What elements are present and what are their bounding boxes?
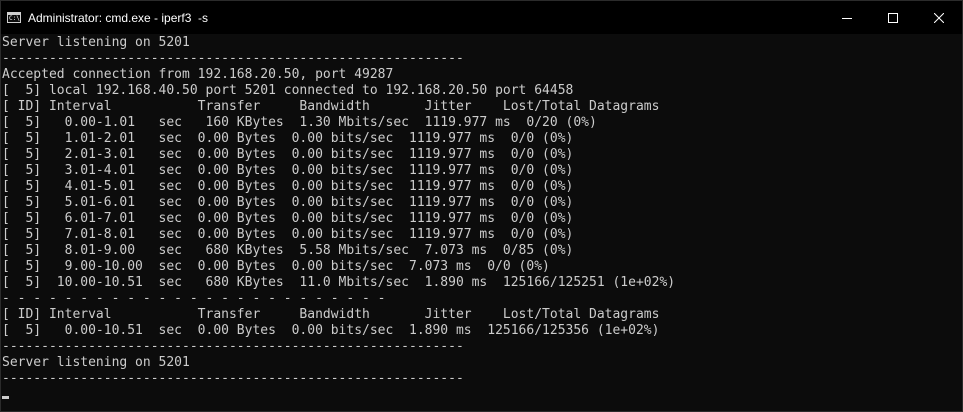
terminal-line: ----------------------------------------… [2, 51, 464, 66]
terminal-line: Server listening on 5201 [2, 35, 190, 50]
terminal-line: [ 5] 0.00-10.51 sec 0.00 Bytes 0.00 bits… [2, 323, 660, 338]
terminal-line: [ 5] 4.01-5.01 sec 0.00 Bytes 0.00 bits/… [2, 179, 574, 194]
window-title: Administrator: cmd.exe - iperf3 -s [28, 10, 209, 25]
terminal-output[interactable]: Server listening on 5201 ---------------… [1, 35, 962, 411]
terminal-window: C:\ Administrator: cmd.exe - iperf3 -s S… [0, 0, 963, 412]
close-icon [934, 12, 944, 23]
close-button[interactable] [916, 1, 962, 34]
terminal-line: [ 5] 7.01-8.01 sec 0.00 Bytes 0.00 bits/… [2, 227, 574, 242]
title-bar[interactable]: C:\ Administrator: cmd.exe - iperf3 -s [1, 1, 962, 34]
terminal-line: [ 5] 0.00-1.01 sec 160 KBytes 1.30 Mbits… [2, 115, 597, 130]
terminal-line: Accepted connection from 192.168.20.50, … [2, 67, 394, 82]
window-controls [824, 1, 962, 34]
terminal-line: [ 5] 8.01-9.00 sec 680 KBytes 5.58 Mbits… [2, 243, 574, 258]
terminal-line: - - - - - - - - - - - - - - - - - - - - … [2, 291, 386, 306]
terminal-line: [ ID] Interval Transfer Bandwidth Jitter… [2, 307, 660, 322]
terminal-line: Server listening on 5201 [2, 355, 190, 370]
minimize-icon [842, 17, 852, 19]
cmd-app-icon[interactable]: C:\ [7, 12, 21, 23]
terminal-line: ----------------------------------------… [2, 371, 464, 386]
app-icon-label: C:\ [9, 15, 20, 22]
maximize-button[interactable] [870, 1, 916, 34]
terminal-line: [ 5] 3.01-4.01 sec 0.00 Bytes 0.00 bits/… [2, 163, 574, 178]
terminal-line: [ 5] 10.00-10.51 sec 680 KBytes 11.0 Mbi… [2, 275, 676, 290]
minimize-button[interactable] [824, 1, 870, 34]
vertical-scrollbar[interactable] [950, 35, 962, 411]
maximize-icon [888, 12, 898, 23]
terminal-line: [ 5] 2.01-3.01 sec 0.00 Bytes 0.00 bits/… [2, 147, 574, 162]
terminal-line: [ ID] Interval Transfer Bandwidth Jitter… [2, 99, 660, 114]
terminal-line: [ 5] 5.01-6.01 sec 0.00 Bytes 0.00 bits/… [2, 195, 574, 210]
terminal-line: [ 5] local 192.168.40.50 port 5201 conne… [2, 83, 574, 98]
text-cursor [2, 396, 9, 399]
terminal-line: ----------------------------------------… [2, 339, 464, 354]
terminal-line: [ 5] 1.01-2.01 sec 0.00 Bytes 0.00 bits/… [2, 131, 574, 146]
terminal-line: [ 5] 6.01-7.01 sec 0.00 Bytes 0.00 bits/… [2, 211, 574, 226]
terminal-line: [ 5] 9.00-10.00 sec 0.00 Bytes 0.00 bits… [2, 259, 550, 274]
